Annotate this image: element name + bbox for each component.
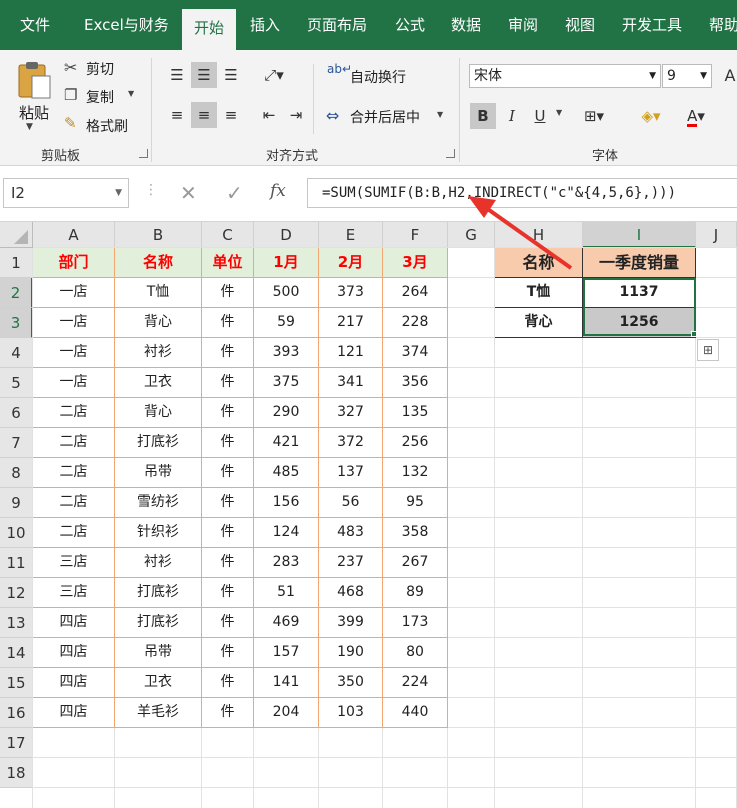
annotation-arrow [468,196,573,270]
gridline [33,787,737,788]
